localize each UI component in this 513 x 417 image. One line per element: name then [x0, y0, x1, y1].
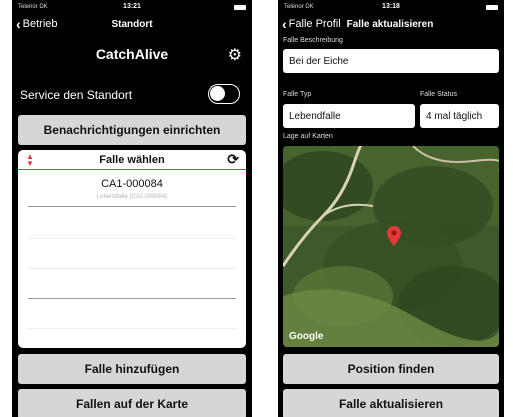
back-button[interactable]: ‹ Falle Profil Falle aktualisieren [282, 16, 434, 32]
clock: 13:21 [123, 3, 141, 10]
clock: 13:18 [382, 3, 400, 10]
map-attribution: Google [289, 331, 324, 342]
picker-row-line [28, 268, 236, 269]
status-bar: Telenor DK 13:21 [12, 0, 252, 14]
picker-row-line [28, 238, 236, 239]
map-pin-icon[interactable] [387, 226, 401, 246]
refresh-icon[interactable]: ⟳ [227, 151, 239, 168]
service-location-label: Service den Standort [20, 88, 133, 102]
battery-icon [486, 5, 498, 10]
status-bar: Telenor DK 13:18 [278, 0, 504, 14]
type-label: Falle Typ [283, 91, 312, 98]
back-chevron-icon: ‹ [282, 16, 287, 32]
add-trap-button[interactable]: Falle hinzufügen [18, 354, 246, 384]
traps-on-map-button[interactable]: Fallen auf der Karte [18, 389, 246, 417]
app-title: CatchAlive [95, 46, 169, 62]
back-button-label: Falle Profil [288, 18, 341, 30]
status-label: Falle Status [420, 91, 457, 98]
type-field[interactable]: Lebendfalle [283, 104, 415, 128]
selected-trap-subtitle: Lebendfalle (CA1-000084) [96, 194, 168, 200]
picker-row-line [28, 328, 236, 329]
left-phone-screen: Telenor DK 13:21 ‹ Betrieb Standort Catc… [12, 0, 252, 417]
map-label: Lage auf Karten [283, 133, 333, 140]
trap-picker-panel: ▲ ▼ Falle wählen ⟳ CA1-000084 Lebendfalle… [18, 150, 246, 348]
description-label: Falle Beschreibung [283, 37, 343, 44]
trap-picker-header: ▲ ▼ Falle wählen ⟳ [18, 150, 246, 170]
map-imagery [283, 146, 499, 347]
satellite-map[interactable]: Google [283, 146, 499, 347]
status-field[interactable]: 4 mal täglich [420, 104, 499, 128]
picker-divider-top [28, 206, 236, 207]
service-location-toggle[interactable] [208, 84, 240, 104]
nav-title: Standort [111, 19, 153, 30]
picker-divider-bottom [28, 298, 236, 299]
find-position-button[interactable]: Position finden [283, 354, 499, 384]
gear-icon[interactable]: ⚙ [228, 45, 242, 65]
right-phone-screen: Telenor DK 13:18 ‹ Falle Profil Falle ak… [278, 0, 504, 417]
trap-picker-title: Falle wählen [99, 154, 165, 166]
notifications-button[interactable]: Benachrichtigungen einrichten [18, 115, 246, 145]
selected-trap-id[interactable]: CA1-000084 [18, 178, 246, 190]
nav-title: Falle aktualisieren [346, 18, 434, 30]
update-trap-button[interactable]: Falle aktualisieren [283, 389, 499, 417]
toggle-knob [210, 86, 225, 101]
battery-icon [234, 5, 246, 10]
navigation-bar: ‹ Betrieb Standort [12, 14, 252, 36]
navigation-bar: ‹ Falle Profil Falle aktualisieren [278, 14, 504, 36]
description-field[interactable]: Bei der Eiche [283, 49, 499, 73]
